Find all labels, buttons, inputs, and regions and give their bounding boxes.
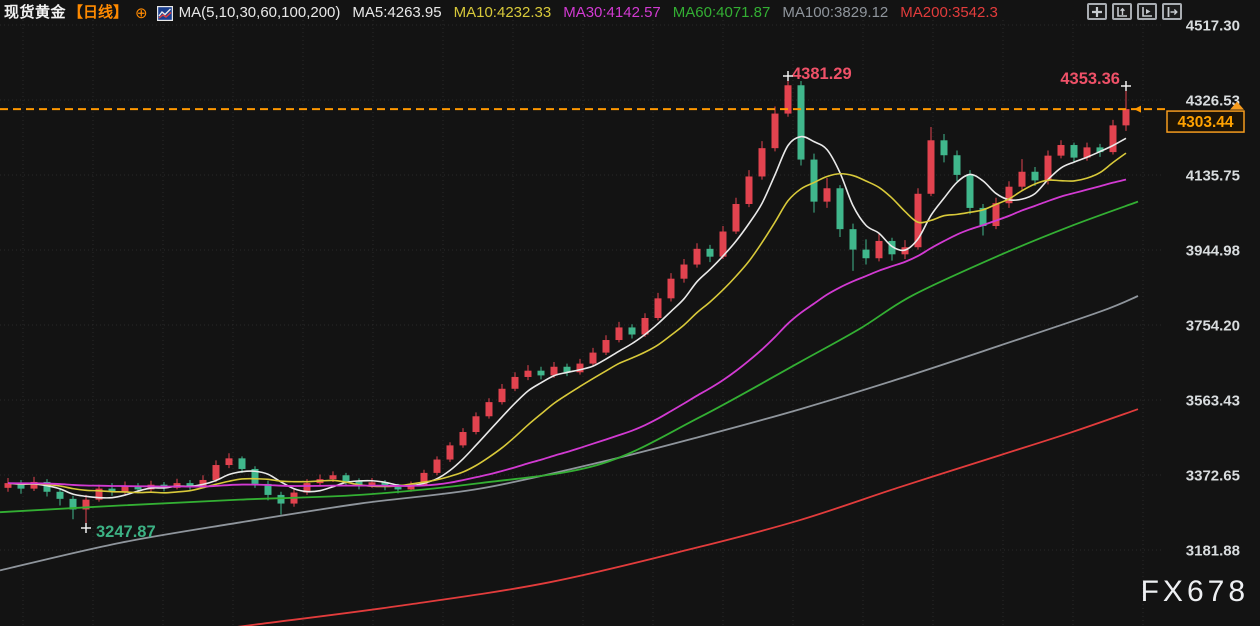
y-axis-label: 4135.75 <box>1186 168 1240 185</box>
ma200-value-label: MA200:3542.3 <box>900 2 998 24</box>
symbol-title: 现货黄金 <box>4 2 66 24</box>
jump-to-latest-icon[interactable] <box>1162 3 1182 20</box>
ma-group-label: MA(5,10,30,60,100,200) <box>179 2 341 24</box>
ma30-value-label: MA30:4142.57 <box>563 2 661 24</box>
chart-toolbar <box>1087 3 1182 20</box>
ma-line-ma30 <box>8 179 1126 486</box>
indicator-chart-icon[interactable] <box>157 6 173 21</box>
y-axis-label: 4326.53 <box>1186 93 1240 110</box>
y-axis-label: 4517.30 <box>1186 18 1240 35</box>
ma5-value-label: MA5:4263.95 <box>352 2 441 24</box>
y-axis-label: 3372.65 <box>1186 468 1240 485</box>
chart-window: 4381.29 4353.36 3247.87 4517.30 4326.53 4135.… <box>0 0 1260 626</box>
price-annotation: 3247.87 <box>96 523 156 541</box>
y-axis-label: 3181.88 <box>1186 543 1240 560</box>
move-tool-icon[interactable] <box>1087 3 1107 20</box>
ma-lines <box>0 137 1138 626</box>
y-axis-label: 3563.43 <box>1186 393 1240 410</box>
grid-lines <box>0 20 1162 626</box>
cross-marker <box>81 523 91 533</box>
ma10-value-label: MA10:4232.33 <box>454 2 552 24</box>
candlestick-chart-canvas[interactable]: 4381.29 4353.36 3247.87 4517.30 4326.53 4135.… <box>0 0 1260 626</box>
candles <box>5 78 1130 524</box>
ma-line-ma10 <box>8 153 1126 493</box>
current-price-line <box>0 106 1165 113</box>
watermark-text: FX678 <box>1141 575 1249 608</box>
price-scale-icon[interactable] <box>1112 3 1132 20</box>
ma60-value-label: MA60:4071.87 <box>673 2 771 24</box>
ma100-value-label: MA100:3829.12 <box>782 2 888 24</box>
add-indicator-icon[interactable]: ⊕ <box>135 3 148 25</box>
y-axis-label: 3944.98 <box>1186 243 1240 260</box>
cross-marker <box>1121 81 1131 91</box>
annotations: 4381.29 4353.36 3247.87 <box>81 65 1131 541</box>
price-annotation: 4353.36 <box>1060 70 1120 88</box>
time-scale-icon[interactable] <box>1137 3 1157 20</box>
ma-line-ma200 <box>140 409 1138 626</box>
ma-line-ma5 <box>8 137 1126 498</box>
watermark: FX678 <box>1141 575 1249 608</box>
ma-line-ma100 <box>0 296 1138 570</box>
price-annotation: 4381.29 <box>792 65 852 83</box>
y-axis-label: 3754.20 <box>1186 318 1240 335</box>
chart-header: 现货黄金 【日线】 ⊕ MA(5,10,30,60,100,200) MA5:4… <box>4 2 998 24</box>
y-axis-labels: 4517.30 4326.53 4135.75 3944.98 3754.20 3563.… <box>1186 18 1240 560</box>
timeframe-label[interactable]: 【日线】 <box>68 2 128 24</box>
last-price-value: 4303.44 <box>1177 114 1233 131</box>
